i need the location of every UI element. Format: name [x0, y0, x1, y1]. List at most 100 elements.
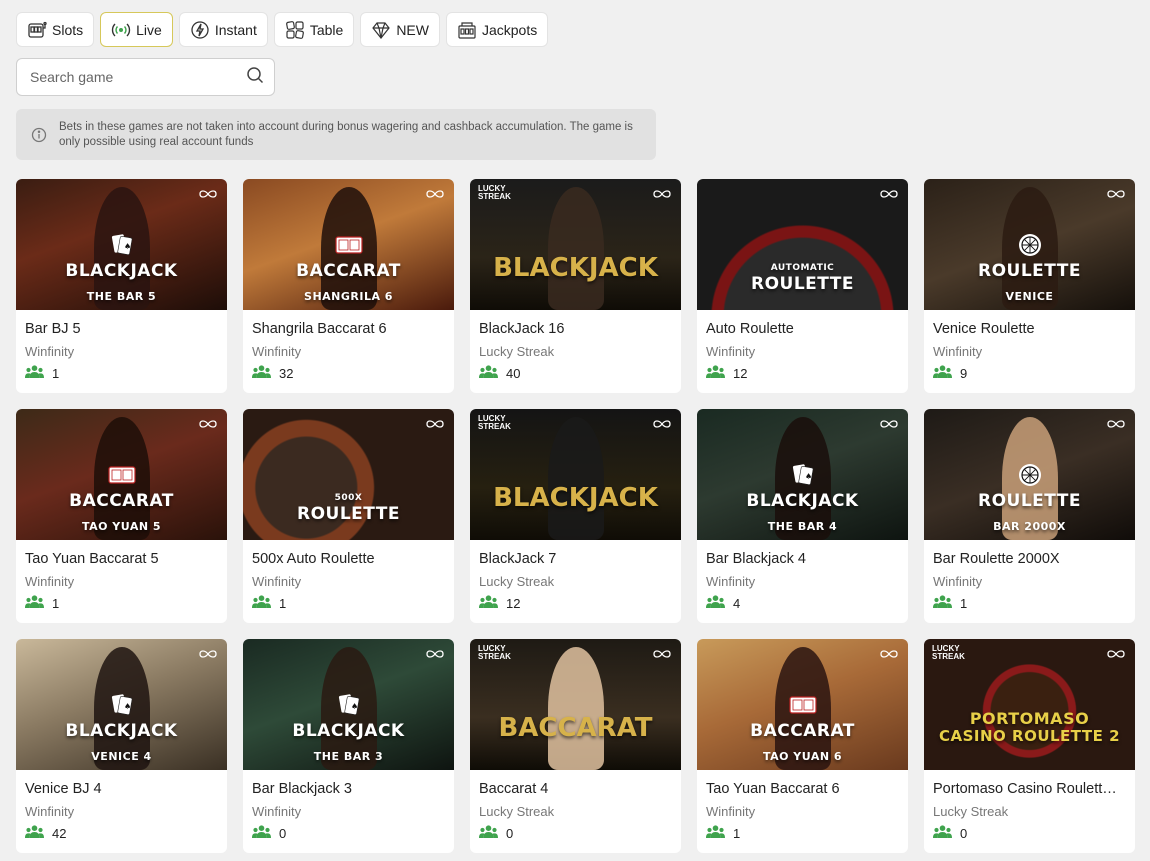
thumbnail-title: BACCARAT [296, 261, 401, 281]
infinity-icon [197, 416, 219, 428]
players-icon [252, 825, 271, 841]
game-card[interactable]: ♠ BLACKJACK THE BAR 5 Bar BJ 5 Winfinity 1 [16, 179, 227, 393]
game-name: Tao Yuan Baccarat 5 [25, 551, 159, 567]
search-input[interactable] [30, 69, 246, 85]
game-info: Bar BJ 5 Winfinity 1 [16, 310, 227, 381]
game-card[interactable]: BACCARAT TAO YUAN 6 Tao Yuan Baccarat 6 Win… [697, 639, 908, 853]
game-thumbnail: LUCKY STREAK BLACKJACK [470, 409, 681, 540]
game-provider: Lucky Streak [479, 344, 555, 359]
thumbnail-subtitle: CASINO ROULETTE 2 [938, 727, 1121, 745]
players-icon [933, 825, 952, 841]
infinity-icon [878, 186, 900, 198]
game-card[interactable]: LUCKY STREAK BLACKJACK BlackJack 16 Lucky S… [470, 179, 681, 393]
infinity-icon [878, 416, 900, 428]
game-card[interactable]: ♠ BLACKJACK THE BAR 4 Bar Blackjack 4 Winfin… [697, 409, 908, 623]
game-thumbnail: LUCKY STREAK PORTOMASO CASINO ROULETTE 2 [924, 639, 1135, 770]
game-name: Venice Roulette [933, 321, 1035, 337]
players-icon [25, 365, 44, 381]
thumbnail-title: ROULETTE [978, 491, 1081, 511]
players-icon [706, 825, 725, 841]
players-icon [252, 365, 271, 381]
players-number: 1 [279, 595, 287, 611]
infinity-icon [651, 186, 673, 198]
playing-cards-icon: ♠ [334, 693, 364, 717]
thumbnail-subtitle: THE BAR 3 [313, 750, 384, 763]
lucky-streak-logo: LUCKY STREAK [478, 184, 511, 201]
svg-text:♠: ♠ [351, 702, 358, 711]
infinity-icon [197, 646, 219, 658]
game-provider: Winfinity [25, 574, 75, 589]
thumbnail-subtitle: VENICE 4 [91, 750, 152, 763]
thumbnail-title: BACCARAT [498, 713, 653, 743]
game-info: Portomaso Casino Roulett… Lucky Streak 0 [924, 770, 1135, 841]
roulette-wheel-icon [1015, 233, 1045, 257]
wagering-notice: Bets in these games are not taken into a… [16, 109, 656, 160]
players-icon [252, 595, 271, 611]
players-count: 0 [479, 825, 672, 841]
game-card[interactable]: ROULETTE BAR 2000X Bar Roulette 2000X Winfi… [924, 409, 1135, 623]
game-provider: Lucky Streak [479, 574, 555, 589]
players-count: 32 [252, 365, 445, 381]
game-info: Tao Yuan Baccarat 6 Winfinity 1 [697, 770, 908, 841]
players-number: 1 [733, 825, 741, 841]
tab-instant[interactable]: Instant [178, 12, 268, 47]
game-thumbnail: ROULETTE VENICE [924, 179, 1135, 310]
thumbnail-subtitle: TAO YUAN 5 [81, 520, 162, 533]
thumbnail-title: BLACKJACK [65, 721, 178, 741]
infinity-icon [424, 186, 446, 198]
game-card[interactable]: BACCARAT TAO YUAN 5 Tao Yuan Baccarat 5 Win… [16, 409, 227, 623]
tab-label: Jackpots [481, 21, 538, 38]
slot-machine-icon [27, 20, 47, 40]
game-provider: Winfinity [933, 344, 983, 359]
game-name: Venice BJ 4 [25, 781, 102, 797]
players-icon [933, 365, 952, 381]
game-card[interactable]: LUCKY STREAK BACCARAT Baccarat 4 Lucky Stre… [470, 639, 681, 853]
tab-label: NEW [396, 21, 429, 38]
game-name: Bar Blackjack 4 [706, 551, 806, 567]
game-thumbnail: ♠ BLACKJACK THE BAR 3 [243, 639, 454, 770]
tab-table[interactable]: Table [273, 12, 355, 47]
players-icon [479, 595, 498, 611]
playing-cards-icon: ♠ [788, 463, 818, 487]
game-card[interactable]: AUTOMATIC ROULETTE Auto Roulette Winfinity 1… [697, 179, 908, 393]
svg-text:♠: ♠ [124, 242, 131, 251]
game-info: Baccarat 4 Lucky Streak 0 [470, 770, 681, 841]
players-icon [706, 595, 725, 611]
game-card[interactable]: ♠ BLACKJACK THE BAR 3 Bar Blackjack 3 Winfin… [243, 639, 454, 853]
game-card[interactable]: ROULETTE VENICE Venice Roulette Winfinity 9 [924, 179, 1135, 393]
players-number: 32 [279, 365, 294, 381]
game-card[interactable]: ♠ BLACKJACK VENICE 4 Venice BJ 4 Winfinity 42 [16, 639, 227, 853]
tab-slots[interactable]: Slots [16, 12, 95, 47]
players-number: 40 [506, 365, 521, 381]
notice-text: Bets in these games are not taken into a… [59, 120, 633, 148]
players-count: 12 [479, 595, 672, 611]
live-broadcast-icon [111, 20, 131, 40]
game-info: Venice Roulette Winfinity 9 [924, 310, 1135, 381]
lucky-streak-logo: LUCKY STREAK [478, 644, 511, 661]
players-number: 1 [52, 595, 60, 611]
game-thumbnail: 500X ROULETTE [243, 409, 454, 540]
game-provider: Winfinity [252, 804, 302, 819]
roulette-wheel-icon [1015, 463, 1045, 487]
infinity-icon [878, 646, 900, 658]
dice-icon [285, 20, 305, 40]
game-card[interactable]: LUCKY STREAK PORTOMASO CASINO ROULETTE 2 Po… [924, 639, 1135, 853]
tab-jackpots[interactable]: Jackpots [445, 12, 549, 47]
tab-new[interactable]: NEW [360, 12, 440, 47]
game-card[interactable]: 500X ROULETTE 500x Auto Roulette Winfinity 1 [243, 409, 454, 623]
jackpot-machine-icon [457, 20, 477, 40]
thumbnail-title: ROULETTE [297, 504, 400, 524]
players-number: 12 [733, 365, 748, 381]
infinity-icon [651, 416, 673, 428]
search-icon[interactable] [246, 66, 264, 89]
thumbnail-title: BLACKJACK [493, 483, 658, 513]
game-card[interactable]: LUCKY STREAK BLACKJACK BlackJack 7 Lucky St… [470, 409, 681, 623]
players-icon [479, 365, 498, 381]
game-card[interactable]: BACCARAT SHANGRILA 6 Shangrila Baccarat 6 W… [243, 179, 454, 393]
thumbnail-title: BACCARAT [750, 721, 855, 741]
tab-live[interactable]: Live [100, 12, 173, 47]
dealer-image [548, 647, 604, 770]
game-name: Baccarat 4 [479, 781, 549, 797]
infinity-icon [197, 186, 219, 198]
game-thumbnail: AUTOMATIC ROULETTE [697, 179, 908, 310]
